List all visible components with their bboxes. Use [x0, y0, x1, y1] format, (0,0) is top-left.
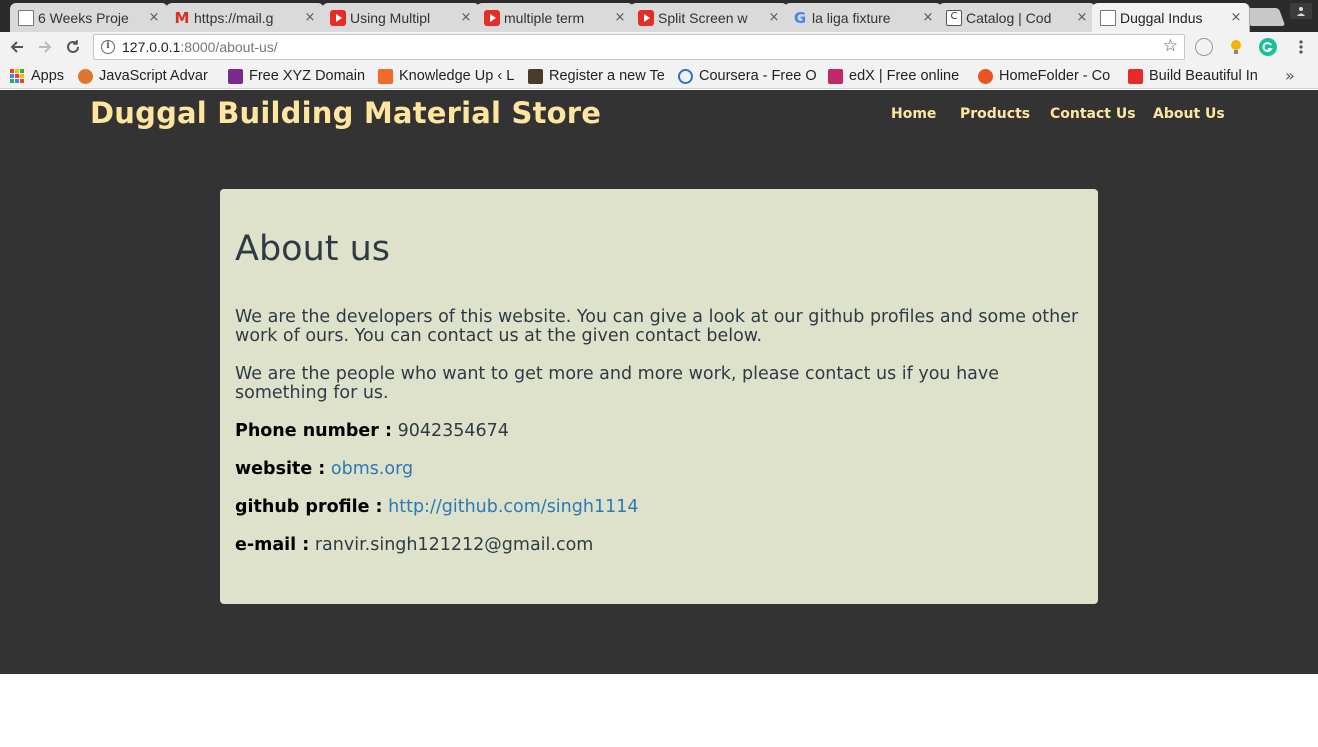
phone-value: 9042354674 [397, 421, 509, 441]
bookmark-label: Coursera - Free O [699, 68, 816, 84]
xyz-icon [228, 68, 243, 84]
browser-tab-strip: 6 Weeks Proje × M https://mail.g × Using… [0, 0, 1318, 32]
bookmark-item[interactable]: HomeFolder - Co [978, 66, 1116, 86]
bookmark-label: HomeFolder - Co [999, 68, 1111, 84]
bookmark-apps[interactable]: Apps [10, 66, 72, 86]
profile-icon[interactable] [1290, 3, 1312, 19]
about-paragraph-1: We are the developers of this website. Y… [235, 307, 1079, 346]
browser-tab[interactable]: Split Screen w × [630, 3, 788, 32]
close-icon[interactable]: × [147, 10, 161, 25]
bookmark-item[interactable]: edX | Free online [828, 66, 964, 86]
youtube-icon [638, 10, 654, 26]
close-icon[interactable]: × [921, 10, 935, 25]
google-icon: G [793, 9, 807, 27]
tab-title: Using Multipl [350, 9, 431, 26]
gmail-icon: M [174, 9, 190, 27]
tab-title: la liga fixture [812, 9, 891, 26]
email-label: e-mail : [235, 535, 310, 555]
close-icon[interactable]: × [459, 10, 473, 25]
bookmark-item[interactable]: Register a new Te [528, 66, 666, 86]
edx-icon [828, 68, 843, 84]
browser-tab[interactable]: Using Multipl × [322, 3, 480, 32]
about-card: About us We are the developers of this w… [220, 189, 1098, 604]
browser-toolbar: i 127.0.0.1:8000/about-us/ ☆ [0, 32, 1318, 62]
bookmarks-overflow-chevron-icon[interactable]: » [1285, 66, 1295, 85]
website-label: website : [235, 459, 326, 479]
nav-products[interactable]: Products [960, 106, 1030, 122]
about-paragraph-2: We are the people who want to get more a… [235, 364, 1000, 403]
bookmark-item[interactable]: Free XYZ Domain [228, 66, 366, 86]
tab-title: Catalog | Cod [966, 9, 1052, 26]
website-link[interactable]: obms.org [331, 459, 413, 479]
reload-icon[interactable] [62, 36, 84, 58]
youtube-icon [484, 10, 500, 26]
browser-tab-active[interactable]: Duggal Indus × [1092, 3, 1250, 32]
tab-title: 6 Weeks Proje [38, 9, 129, 26]
address-bar[interactable]: i 127.0.0.1:8000/about-us/ ☆ [93, 34, 1185, 60]
coursera-icon [678, 68, 693, 84]
phone-label: Phone number : [235, 421, 392, 441]
forward-arrow-icon[interactable] [34, 36, 56, 58]
bookmark-item[interactable]: Build Beautiful In [1128, 66, 1266, 86]
email-row: e-mail : ranvir.singh121212@gmail.com [235, 535, 593, 555]
fox-icon [78, 68, 93, 84]
document-icon [18, 10, 34, 26]
bookmark-label: Build Beautiful In [1149, 68, 1258, 84]
ubuntu-icon [978, 68, 993, 84]
website-row: website : obms.org [235, 459, 413, 479]
page-title: About us [235, 229, 391, 269]
github-label: github profile : [235, 497, 383, 517]
bookmark-label: JavaScript Advar [99, 68, 208, 84]
youtube-icon [1128, 68, 1143, 84]
close-icon[interactable]: × [767, 10, 781, 25]
browser-tab[interactable]: G la liga fixture × [784, 3, 942, 32]
close-icon[interactable]: × [613, 10, 627, 25]
phone-row: Phone number : 9042354674 [235, 421, 509, 441]
bookmark-item[interactable]: JavaScript Advar [78, 66, 216, 86]
nav-about-us[interactable]: About Us [1153, 106, 1225, 122]
browser-tab[interactable]: C Catalog | Cod × [938, 3, 1096, 32]
info-icon[interactable]: i [101, 40, 115, 54]
extension-icon[interactable] [1195, 38, 1213, 56]
tab-title: multiple term [504, 9, 585, 26]
bookmark-label: Apps [31, 68, 65, 84]
menu-icon[interactable] [1290, 36, 1312, 58]
grammarly-icon[interactable] [1259, 38, 1277, 56]
bookmark-item[interactable]: Knowledge Up ‹ L [378, 66, 518, 86]
browser-tab[interactable]: 6 Weeks Proje × [10, 3, 168, 32]
close-icon[interactable]: × [303, 10, 317, 25]
page-bottom-whitespace [0, 674, 1318, 747]
browser-tab[interactable]: multiple term × [476, 3, 634, 32]
close-icon[interactable]: × [1075, 10, 1089, 25]
catalog-icon: C [946, 10, 962, 26]
knowledge-icon [378, 68, 393, 84]
email-value: ranvir.singh121212@gmail.com [314, 535, 594, 555]
tab-title: Split Screen w [658, 9, 748, 26]
page-content: Duggal Building Material Store Home Prod… [0, 90, 1318, 674]
cc-icon [528, 68, 543, 84]
bookmark-label: edX | Free online [849, 68, 960, 84]
close-icon[interactable]: × [1229, 10, 1243, 25]
bookmark-label: Free XYZ Domain [249, 68, 366, 84]
back-arrow-icon[interactable] [6, 36, 28, 58]
lightbulb-icon[interactable] [1227, 38, 1245, 56]
nav-home[interactable]: Home [891, 106, 936, 122]
bookmark-label: Knowledge Up ‹ L [399, 68, 515, 84]
address-url: 127.0.0.1:8000/about-us/ [122, 39, 278, 55]
bookmark-item[interactable]: Coursera - Free O [678, 66, 816, 86]
github-row: github profile : http://github.com/singh… [235, 497, 639, 517]
browser-tab[interactable]: M https://mail.g × [166, 3, 324, 32]
bookmarks-bar: Apps JavaScript Advar Free XYZ Domain Kn… [0, 62, 1318, 89]
apps-grid-icon [10, 69, 25, 83]
bookmark-label: Register a new Te [549, 68, 665, 84]
nav-contact-us[interactable]: Contact Us [1050, 106, 1136, 122]
github-link[interactable]: http://github.com/singh1114 [388, 497, 638, 517]
document-icon [1100, 10, 1116, 26]
tab-title: https://mail.g [194, 9, 274, 26]
youtube-icon [330, 10, 346, 26]
site-nav: Home Products Contact Us About Us [0, 106, 1318, 126]
bookmark-star-icon[interactable]: ☆ [1163, 36, 1178, 56]
tab-title: Duggal Indus [1120, 9, 1203, 26]
